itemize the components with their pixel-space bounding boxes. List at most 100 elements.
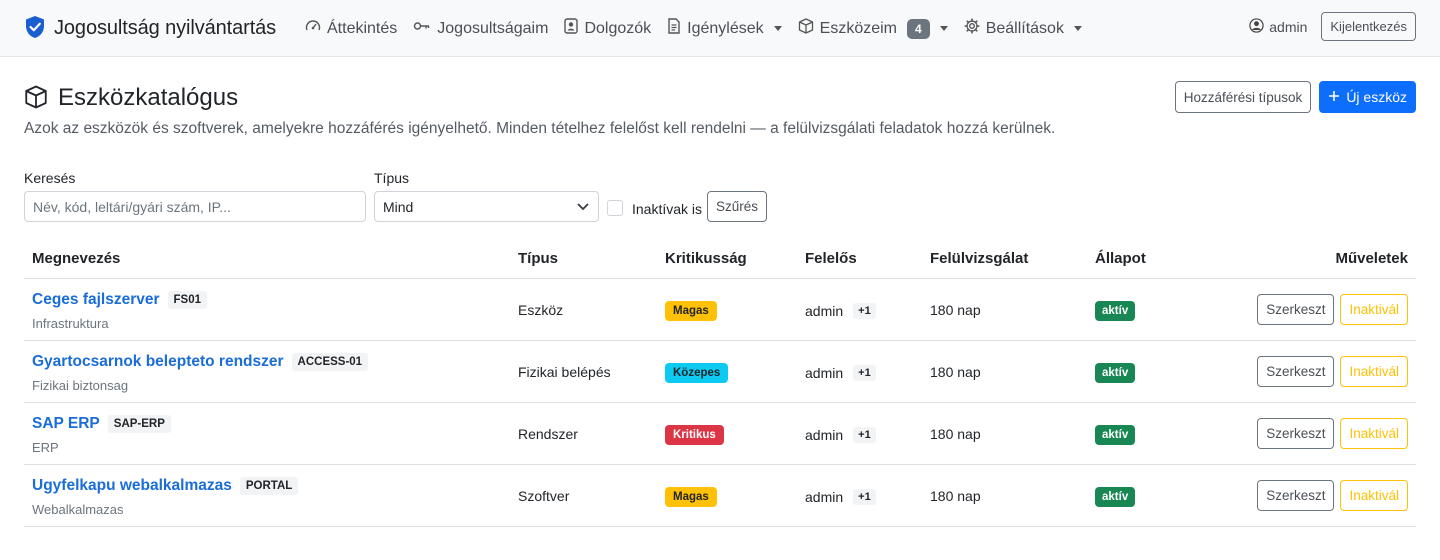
device-group: Webalkalmazas — [32, 502, 124, 517]
shield-check-icon — [24, 15, 46, 42]
filter-button[interactable]: Szűrés — [707, 191, 768, 222]
box-icon — [24, 85, 48, 112]
nav-item-label: Dolgozók — [584, 19, 652, 37]
column-header[interactable]: Típus — [518, 250, 558, 267]
page-title: Eszközkatalógus — [24, 84, 238, 112]
devices-count-badge: 4 — [907, 18, 930, 39]
review-period: 180 nap — [930, 302, 981, 318]
nav-item-my-devices[interactable]: Eszközeim 4 — [798, 18, 948, 39]
brand-title: Jogosultság nyilvántartás — [54, 17, 277, 39]
table-row: SAP ERP SAP-ERP ERP Rendszer Kritikus ad… — [24, 403, 1416, 465]
inactivate-button[interactable]: Inaktivál — [1340, 418, 1408, 449]
speedometer-icon — [305, 18, 321, 39]
device-group: Fizikai biztonsag — [32, 378, 129, 393]
file-text-icon — [667, 18, 681, 39]
device-name-link[interactable]: Ugyfelkapu webalkalmazas — [32, 477, 232, 495]
device-name-link[interactable]: Gyartocsarnok belepteto rendszer — [32, 353, 284, 371]
chevron-down-icon — [773, 26, 782, 31]
access-types-button[interactable]: Hozzáférési típusok — [1174, 81, 1312, 113]
device-table: Megnevezés Típus Kritikusság Felelős Fel… — [24, 238, 1416, 527]
brand[interactable]: Jogosultság nyilvántartás — [24, 15, 276, 42]
device-code-badge: PORTAL — [239, 477, 299, 495]
owner: admin +1 — [805, 489, 876, 505]
search-label: Keresés — [24, 170, 76, 186]
device-code-badge: ACCESS-01 — [291, 353, 369, 371]
person-circle-icon — [1249, 17, 1264, 36]
owner-name: admin — [805, 303, 844, 319]
new-device-button[interactable]: Új eszköz — [1319, 81, 1416, 113]
column-header: Műveletek — [1335, 250, 1408, 267]
nav-item-label: Áttekintés — [327, 19, 398, 37]
plus-icon — [1328, 89, 1340, 105]
type-select[interactable]: Mind — [374, 191, 599, 222]
inactivate-button[interactable]: Inaktivál — [1340, 356, 1408, 387]
device-name-link[interactable]: SAP ERP — [32, 415, 100, 433]
review-period: 180 nap — [930, 426, 981, 442]
device-type: Szoftver — [518, 488, 570, 504]
new-device-label: Új eszköz — [1346, 89, 1407, 105]
nav-item-label: Beállítások — [985, 19, 1064, 37]
person-badge-icon — [564, 18, 579, 39]
top-navbar: Jogosultság nyilvántartás Áttekintés Jog… — [0, 0, 1440, 57]
owner-name: admin — [805, 427, 844, 443]
table-header: Megnevezés Típus Kritikusság Felelős Fel… — [24, 238, 1416, 279]
chevron-down-icon — [939, 26, 948, 31]
nav-item-my-permissions[interactable]: Jogosultságaim — [413, 18, 548, 39]
owner-extra-badge: +1 — [853, 303, 876, 319]
owner-extra-badge: +1 — [853, 427, 876, 443]
device-code-badge: FS01 — [167, 291, 208, 309]
status-badge: aktív — [1095, 301, 1136, 321]
nav-item-overview[interactable]: Áttekintés — [305, 18, 397, 39]
column-header[interactable]: Állapot — [1095, 250, 1146, 267]
device-name-link[interactable]: Ceges fajlszerver — [32, 291, 160, 309]
owner-extra-badge: +1 — [853, 489, 876, 505]
review-period: 180 nap — [930, 364, 981, 380]
device-type: Rendszer — [518, 426, 578, 442]
status-badge: aktív — [1095, 363, 1136, 383]
table-row: Ceges fajlszerver FS01 Infrastruktura Es… — [24, 279, 1416, 341]
box-icon — [798, 18, 814, 39]
username: admin — [1269, 18, 1308, 35]
inactive-checkbox[interactable] — [607, 200, 623, 216]
page-subtitle: Azok az eszközök és szoftverek, amelyekr… — [24, 120, 1056, 137]
chevron-down-icon — [576, 199, 590, 215]
review-period: 180 nap — [930, 488, 981, 504]
nav-item-requests[interactable]: Igénylések — [667, 18, 782, 39]
chevron-down-icon — [1073, 26, 1082, 31]
type-select-value: Mind — [383, 198, 414, 215]
owner-extra-badge: +1 — [853, 365, 876, 381]
nav-item-employees[interactable]: Dolgozók — [564, 18, 651, 39]
column-header[interactable]: Kritikusság — [665, 250, 747, 267]
inactive-checkbox-label: Inaktívak is — [632, 201, 703, 217]
device-type: Fizikai belépés — [518, 364, 611, 380]
owner-name: admin — [805, 489, 844, 505]
nav-item-label: Igénylések — [687, 19, 764, 37]
edit-button[interactable]: Szerkeszt — [1257, 480, 1335, 511]
page-heading: Eszközkatalógus — [58, 84, 239, 111]
edit-button[interactable]: Szerkeszt — [1257, 294, 1335, 325]
owner: admin +1 — [805, 365, 876, 381]
key-icon — [413, 18, 431, 39]
column-header[interactable]: Megnevezés — [32, 250, 120, 267]
owner: admin +1 — [805, 303, 876, 319]
edit-button[interactable]: Szerkeszt — [1257, 418, 1335, 449]
table-row: Gyartocsarnok belepteto rendszer ACCESS-… — [24, 341, 1416, 403]
edit-button[interactable]: Szerkeszt — [1257, 356, 1335, 387]
column-header[interactable]: Felelős — [805, 250, 857, 267]
owner: admin +1 — [805, 427, 876, 443]
status-badge: aktív — [1095, 425, 1136, 445]
owner-name: admin — [805, 365, 844, 381]
user-menu[interactable]: admin — [1249, 17, 1308, 36]
device-group: ERP — [32, 440, 59, 455]
status-badge: aktív — [1095, 487, 1136, 507]
inactivate-button[interactable]: Inaktivál — [1340, 294, 1408, 325]
search-input[interactable] — [24, 191, 366, 222]
nav-item-label: Eszközeim — [819, 19, 897, 37]
inactivate-button[interactable]: Inaktivál — [1340, 480, 1408, 511]
device-group: Infrastruktura — [32, 316, 109, 331]
logout-button[interactable]: Kijelentkezés — [1321, 12, 1416, 41]
device-type: Eszköz — [518, 302, 564, 318]
criticality-badge: Kritikus — [665, 425, 724, 445]
column-header[interactable]: Felülvizsgálat — [930, 250, 1028, 267]
nav-item-settings[interactable]: Beállítások — [964, 18, 1082, 39]
